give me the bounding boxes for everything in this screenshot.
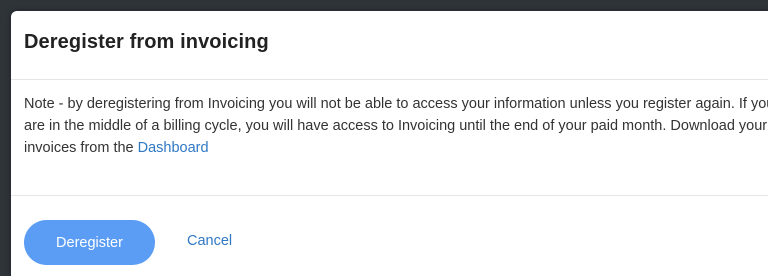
deregister-button[interactable]: Deregister: [24, 220, 155, 265]
dialog-body: Note - by deregistering from Invoicing y…: [24, 93, 768, 159]
header-divider: [11, 79, 768, 80]
cancel-button[interactable]: Cancel: [187, 233, 232, 249]
footer-divider: [11, 195, 768, 196]
deregister-dialog: Deregister from invoicing Note - by dere…: [11, 11, 768, 276]
dialog-note-text: Note - by deregistering from Invoicing y…: [24, 96, 768, 156]
dialog-title: Deregister from invoicing: [24, 31, 269, 53]
dashboard-link[interactable]: Dashboard: [138, 140, 209, 156]
